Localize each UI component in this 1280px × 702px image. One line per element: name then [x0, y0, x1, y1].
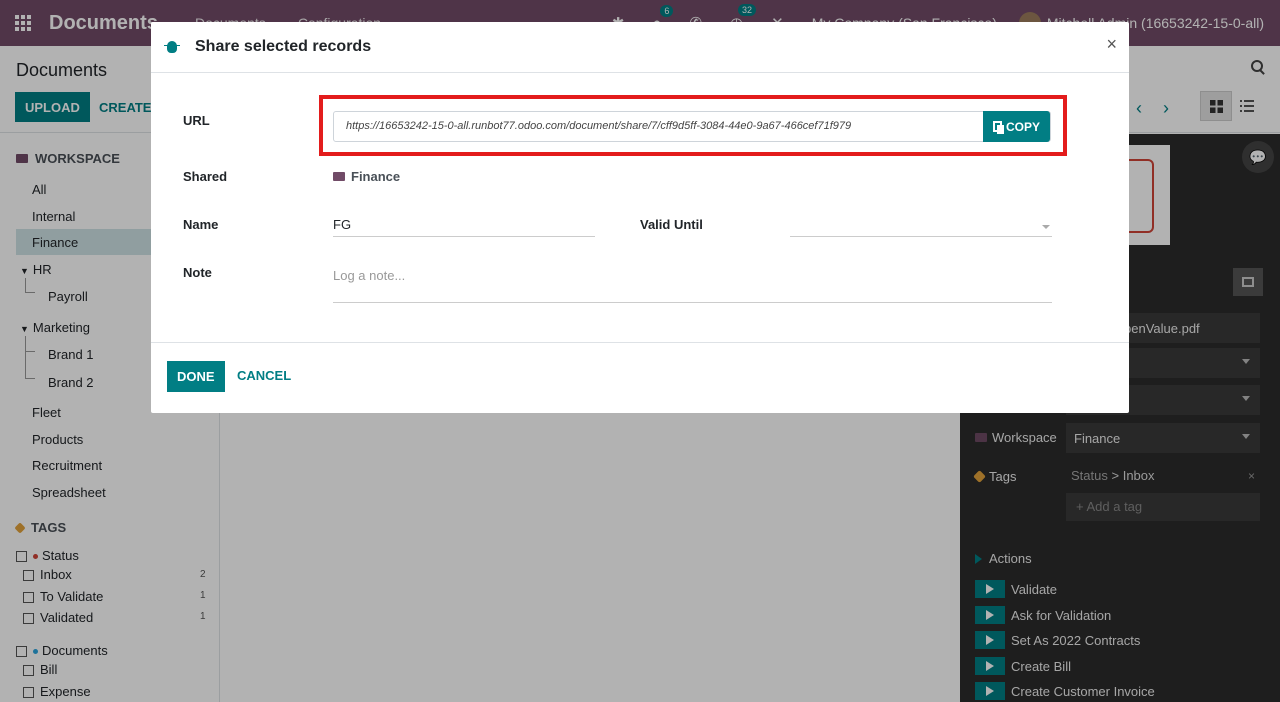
copy-button[interactable]: COPY [983, 111, 1050, 142]
clipboard-icon [992, 121, 1004, 134]
bug-icon[interactable] [164, 41, 180, 53]
shared-value: Finance [333, 169, 400, 184]
dialog-title: Share selected records [195, 38, 372, 55]
dropdown-caret-icon [1042, 225, 1050, 229]
url-field[interactable]: https://16653242-15-0-all.runbot77.odoo.… [333, 111, 1051, 142]
cancel-button[interactable]: CANCEL [237, 368, 291, 383]
dialog-header: Share selected records × [151, 22, 1129, 73]
name-label: Name [183, 217, 219, 232]
url-label: URL [183, 113, 210, 128]
share-dialog: Share selected records × URL https://166… [151, 22, 1129, 413]
valid-until-label: Valid Until [640, 217, 703, 232]
note-field[interactable]: Log a note... [333, 268, 1052, 303]
shared-label: Shared [183, 169, 228, 184]
folder-icon [333, 172, 345, 181]
note-label: Note [183, 265, 212, 280]
url-value[interactable]: https://16653242-15-0-all.runbot77.odoo.… [346, 120, 851, 132]
valid-until-field[interactable] [790, 217, 1052, 237]
close-icon[interactable]: × [1106, 34, 1117, 55]
dialog-footer: DONE CANCEL [151, 342, 1129, 413]
name-field[interactable]: FG [333, 217, 595, 237]
done-button[interactable]: DONE [167, 361, 225, 392]
